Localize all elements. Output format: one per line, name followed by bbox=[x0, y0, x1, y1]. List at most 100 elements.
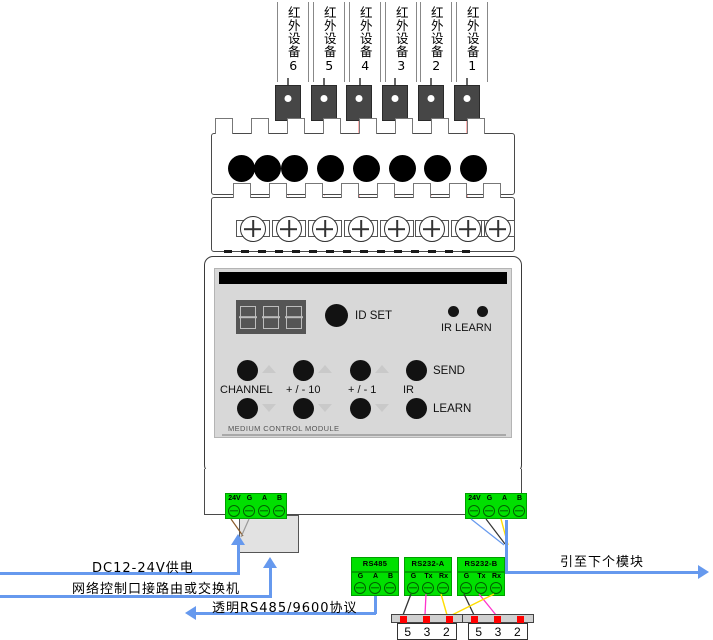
send-button[interactable] bbox=[406, 360, 427, 381]
power-callout-arrow-icon bbox=[231, 534, 245, 545]
ir-device-label-4: 红外设备4 bbox=[349, 2, 381, 82]
rs232a-pin-tx: Tx bbox=[424, 573, 433, 580]
db9-male-pin-2 bbox=[446, 616, 453, 623]
ir-port-contact-1 bbox=[460, 155, 487, 182]
terminal-screw-7[interactable] bbox=[276, 216, 302, 242]
rs485-pin-g: G bbox=[357, 573, 364, 580]
rs232a-terminal[interactable]: G Tx Rx bbox=[404, 572, 452, 596]
ir-port-contact-6 bbox=[281, 155, 308, 182]
wire-a-g-black bbox=[402, 593, 412, 616]
next-module-arrow-icon bbox=[698, 565, 709, 579]
rs232b-title: RS232-B bbox=[464, 559, 498, 568]
rs485-screw-b[interactable] bbox=[384, 582, 396, 594]
id-set-button[interactable] bbox=[325, 304, 348, 327]
terminal-screw-4[interactable] bbox=[384, 216, 410, 242]
learn-label: LEARN bbox=[433, 403, 472, 415]
ir-emitter-led-icon bbox=[391, 95, 399, 102]
db9-male-num-3: 3 bbox=[423, 624, 431, 639]
rs232a-screw-tx[interactable] bbox=[422, 582, 434, 594]
db9-female-bar bbox=[462, 614, 534, 623]
wire-b-rx-yellow bbox=[451, 593, 495, 616]
ir-learn-label: IR LEARN bbox=[441, 322, 492, 334]
rs485-callout-arrow-icon bbox=[185, 606, 196, 620]
power-left-screw-24v[interactable] bbox=[228, 505, 240, 517]
terminal-screw-8[interactable] bbox=[240, 216, 266, 242]
ir-emitter-2 bbox=[418, 85, 444, 121]
power-left-screw-b[interactable] bbox=[273, 505, 285, 517]
module-top-black-bar bbox=[219, 272, 507, 284]
power-terminal-left[interactable]: 24V G A B bbox=[225, 493, 287, 519]
wire-a-rx-yellow bbox=[440, 593, 448, 616]
power-terminal-right[interactable]: 24V G A B bbox=[465, 493, 527, 519]
ir-port-contact-8 bbox=[228, 155, 255, 182]
id-set-label: ID SET bbox=[355, 310, 393, 322]
power-right-screw-g[interactable] bbox=[483, 505, 495, 517]
rs232a-pin-g: G bbox=[410, 573, 417, 580]
display-digit-3 bbox=[286, 305, 302, 329]
ir-group-label: IR bbox=[403, 384, 414, 396]
rs232b-screw-tx[interactable] bbox=[475, 582, 487, 594]
step10-down-button[interactable] bbox=[293, 398, 314, 419]
ir-port-contact-7 bbox=[254, 155, 281, 182]
ethernet-port-block[interactable] bbox=[239, 515, 299, 553]
db9-female-num-5: 5 bbox=[475, 624, 482, 639]
display-digit-1 bbox=[240, 305, 256, 329]
power-callout-label: DC12-24V供电 bbox=[92, 561, 194, 576]
step1-down-arrow-icon bbox=[375, 404, 389, 412]
ir-device-label-3: 红外设备3 bbox=[385, 2, 417, 82]
learn-button[interactable] bbox=[406, 398, 427, 419]
pin-label-a: A bbox=[261, 495, 268, 502]
step1-up-button[interactable] bbox=[350, 360, 371, 381]
channel-down-button[interactable] bbox=[237, 398, 258, 419]
module-brand-text: MEDIUM CONTROL MODULE bbox=[228, 424, 340, 433]
rs232a-screw-g[interactable] bbox=[407, 582, 419, 594]
rs485-screw-a[interactable] bbox=[369, 582, 381, 594]
ir-emitter-3 bbox=[382, 85, 408, 121]
power-right-screw-b[interactable] bbox=[513, 505, 525, 517]
wire-right-black bbox=[485, 518, 506, 545]
step10-up-button[interactable] bbox=[293, 360, 314, 381]
rs232a-screw-rx[interactable] bbox=[437, 582, 449, 594]
ir-device-label-2: 红外设备2 bbox=[420, 2, 452, 82]
db9-female-pin-2 bbox=[517, 616, 524, 623]
rs232b-terminal[interactable]: G Tx Rx bbox=[457, 572, 505, 596]
pin-label-b: B bbox=[276, 495, 283, 502]
power-left-screw-a[interactable] bbox=[258, 505, 270, 517]
wire-b-tx-magenta bbox=[478, 593, 497, 616]
rs485-screw-g[interactable] bbox=[354, 582, 366, 594]
ir-port-contact-3 bbox=[389, 155, 416, 182]
ir-port-contact-5 bbox=[317, 155, 344, 182]
db9-female-pinbox: 5 3 2 bbox=[468, 623, 528, 640]
step10-up-arrow-icon bbox=[318, 365, 332, 373]
rs232b-pin-rx: Rx bbox=[492, 573, 501, 580]
terminal-screw-5[interactable] bbox=[348, 216, 374, 242]
rs232a-pin-rx: Rx bbox=[439, 573, 448, 580]
pin-label-a: A bbox=[501, 495, 508, 502]
power-left-screw-g[interactable] bbox=[243, 505, 255, 517]
channel-up-button[interactable] bbox=[237, 360, 258, 381]
step1-down-button[interactable] bbox=[350, 398, 371, 419]
db9-female-num-2: 2 bbox=[513, 624, 521, 639]
next-module-label: 引至下个模块 bbox=[560, 555, 645, 570]
rs232b-screw-g[interactable] bbox=[460, 582, 472, 594]
terminal-screw-2[interactable] bbox=[455, 216, 481, 242]
terminal-screw-1[interactable] bbox=[485, 216, 511, 242]
pin-label-24v: 24V bbox=[228, 495, 241, 502]
power-right-screw-24v[interactable] bbox=[468, 505, 480, 517]
rs485-title: RS485 bbox=[362, 559, 388, 568]
power-right-screw-a[interactable] bbox=[498, 505, 510, 517]
ir-port-contact-2 bbox=[424, 155, 451, 182]
db9-male-num-2: 2 bbox=[442, 624, 450, 639]
terminal-screw-6[interactable] bbox=[312, 216, 338, 242]
ir-device-label-6: 红外设备6 bbox=[277, 2, 309, 82]
ir-emitter-6 bbox=[275, 85, 301, 121]
channel-label: CHANNEL bbox=[220, 384, 273, 396]
terminal-screw-3[interactable] bbox=[419, 216, 445, 242]
ir-emitter-led-icon bbox=[284, 95, 292, 102]
rs232b-screw-rx[interactable] bbox=[490, 582, 502, 594]
rs485-terminal[interactable]: G A B bbox=[351, 572, 399, 596]
ir-device-label-5: 红外设备5 bbox=[313, 2, 345, 82]
db9-male-pin-3 bbox=[423, 616, 430, 623]
vent-row-top bbox=[224, 250, 470, 253]
step10-down-arrow-icon bbox=[318, 404, 332, 412]
